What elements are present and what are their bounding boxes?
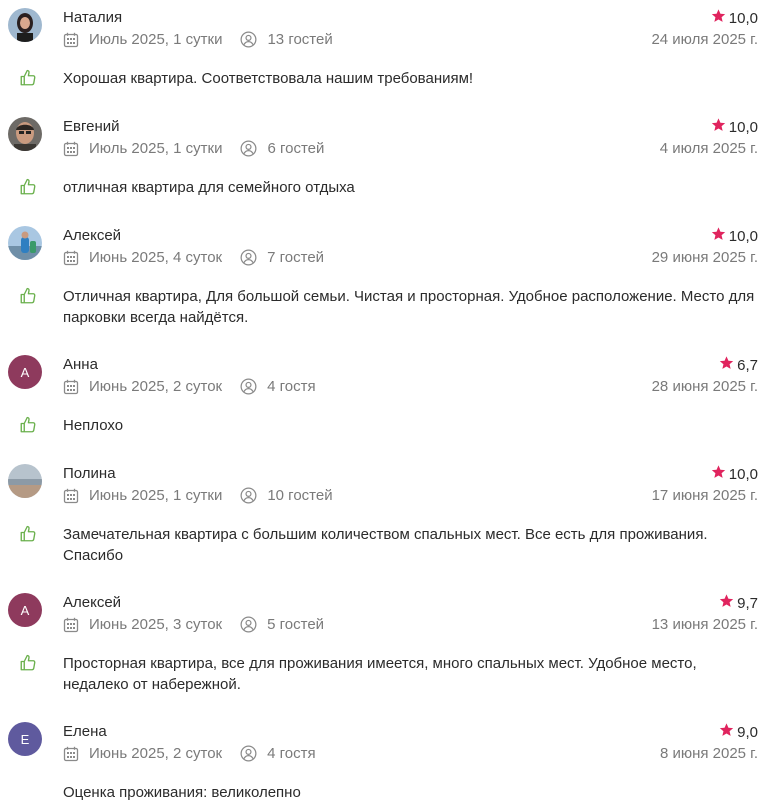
stay-period: Июнь 2025, 3 суток [89,616,223,633]
review-text: Просторная квартира, все для проживания … [63,655,697,693]
rating: 9,7 [718,593,758,613]
calendar-icon [63,250,79,266]
reviews-list: Наталия 10,0 Июль 2025, 1 сутки 13 госте… [0,0,773,812]
star-icon [718,355,735,375]
rating: 6,7 [718,355,758,375]
calendar-icon [63,32,79,48]
guests-count: 4 гостя [267,745,316,762]
calendar-icon [63,141,79,157]
review-date: 17 июня 2025 г. [651,487,758,504]
rating: 10,0 [710,117,758,137]
avatar[interactable]: А [8,355,42,389]
avatar[interactable]: Е [8,722,42,756]
review-text: Отличная квартира, Для большой семьи. Чи… [63,288,755,326]
thumbs-up-icon [19,654,37,677]
rating-value: 10,0 [728,9,758,27]
review-text: отличная квартира для семейного отдыха [63,179,355,196]
review-date: 4 июля 2025 г. [659,140,758,157]
reviewer-name: Елена [63,723,107,740]
avatar[interactable] [8,8,42,42]
reviewer-name: Евгений [63,118,120,135]
calendar-icon [63,488,79,504]
user-icon [240,140,257,157]
review-text: Замечательная квартира с большим количес… [63,526,708,564]
thumbs-up-icon [19,287,37,310]
thumbs-up-icon [19,416,37,439]
reviewer-name: Полина [63,465,116,482]
stay-period: Июнь 2025, 4 суток [89,249,223,266]
avatar[interactable] [8,117,42,151]
stay-period: Июнь 2025, 2 суток [89,378,223,395]
stay-info: Июнь 2025, 3 суток 5 гостей [63,616,324,633]
review-date: 29 июня 2025 г. [651,249,758,266]
reviewer-name: Наталия [63,9,123,26]
calendar-icon [63,746,79,762]
user-icon [240,616,257,633]
stay-info: Июнь 2025, 2 суток 4 гостя [63,378,316,395]
user-icon [240,31,257,48]
rating: 10,0 [710,226,758,246]
rating-value: 9,7 [737,594,758,612]
rating: 10,0 [710,464,758,484]
thumbs-up-icon [19,525,37,548]
calendar-icon [63,379,79,395]
avatar-letter: Е [20,731,30,747]
guests-count: 13 гостей [267,31,333,48]
star-icon [710,464,727,484]
review-text: Оценка проживания: великолепно [63,784,301,801]
star-icon [710,226,727,246]
user-icon [240,378,257,395]
reviewer-name: Анна [63,356,98,373]
star-icon [718,722,735,742]
guests-count: 10 гостей [267,487,333,504]
stay-period: Июнь 2025, 2 суток [89,745,223,762]
stay-period: Июль 2025, 1 сутки [89,140,223,157]
stay-info: Июнь 2025, 4 суток 7 гостей [63,249,324,266]
user-icon [240,745,257,762]
user-icon [240,249,257,266]
guests-count: 5 гостей [267,616,325,633]
user-icon [240,487,257,504]
calendar-icon [63,617,79,633]
star-icon [718,593,735,613]
review-date: 13 июня 2025 г. [651,616,758,633]
stay-info: Июнь 2025, 1 сутки 10 гостей [63,487,333,504]
rating-value: 10,0 [728,118,758,136]
stay-info: Июль 2025, 1 сутки 13 гостей [63,31,333,48]
avatar[interactable] [8,226,42,260]
rating: 9,0 [718,722,758,742]
avatar[interactable] [8,464,42,498]
reviewer-name: Алексей [63,227,122,244]
guests-count: 4 гостя [267,378,316,395]
avatar[interactable]: А [8,593,42,627]
thumbs-up-icon [19,178,37,201]
avatar-letter: А [20,602,30,618]
rating-value: 10,0 [728,465,758,483]
rating-value: 6,7 [737,356,758,374]
star-icon [710,8,727,28]
avatar-letter: А [20,364,30,380]
stay-info: Июнь 2025, 2 суток 4 гостя [63,745,316,762]
rating: 10,0 [710,8,758,28]
reviewer-name: Алексей [63,594,122,611]
stay-period: Июль 2025, 1 сутки [89,31,223,48]
rating-value: 9,0 [737,723,758,741]
review-date: 24 июля 2025 г. [651,31,758,48]
guests-count: 6 гостей [267,140,325,157]
guests-count: 7 гостей [267,249,325,266]
star-icon [710,117,727,137]
review-date: 28 июня 2025 г. [651,378,758,395]
review-text: Неплохо [63,417,124,434]
thumbs-up-icon [19,69,37,92]
stay-info: Июль 2025, 1 сутки 6 гостей [63,140,324,157]
stay-period: Июнь 2025, 1 сутки [89,487,223,504]
review-date: 8 июня 2025 г. [659,745,758,762]
rating-value: 10,0 [728,227,758,245]
review-text: Хорошая квартира. Соответствовала нашим … [63,70,474,87]
